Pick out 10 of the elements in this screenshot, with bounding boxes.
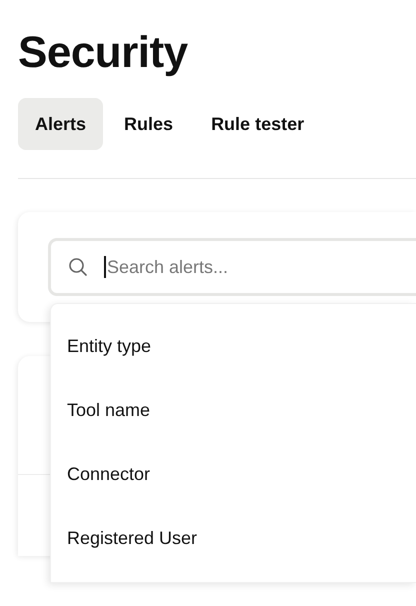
page-title: Security [18, 27, 189, 79]
tab[interactable]: Alerts [18, 98, 104, 150]
menu-item[interactable]: Connector [51, 442, 150, 506]
tab[interactable]: Rules [107, 98, 190, 150]
menu-item[interactable]: Registered User [51, 506, 198, 570]
search-icon [68, 257, 88, 277]
menu-item[interactable]: Entity type [51, 314, 152, 378]
tab[interactable]: Rule tester [194, 98, 322, 150]
search-field[interactable]: Search alerts... [48, 238, 416, 296]
menu-item[interactable]: Tool name [51, 378, 150, 442]
